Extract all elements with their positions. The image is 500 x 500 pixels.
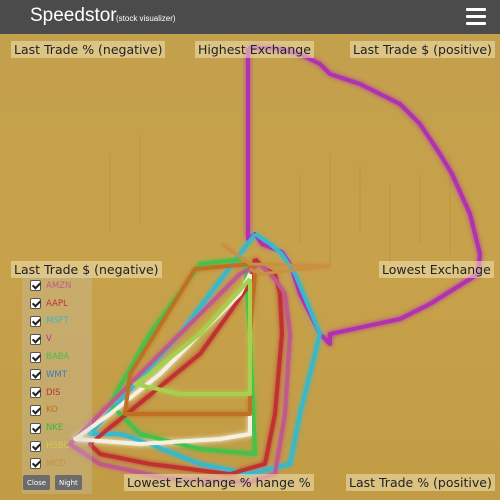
checkbox-icon[interactable] [30,315,41,327]
legend-item-amzn[interactable]: AMZN [26,277,96,295]
legend-item-ko[interactable]: KO [26,402,96,420]
checkbox-icon[interactable] [30,333,41,345]
checkbox-icon[interactable] [30,422,41,434]
checkbox-icon[interactable] [30,280,41,292]
app-title: Speedstor [30,5,117,26]
series-line-hsbc [73,273,252,446]
series-line-v [246,46,482,346]
axis-label-top: Highest Exchange [195,41,314,58]
series-line-ko [123,262,257,416]
checkbox-icon[interactable] [30,369,41,381]
top-bar: Speedstor (stock visualizer) [0,0,500,34]
checkbox-icon[interactable] [30,298,41,310]
legend-item-dis[interactable]: DIS [26,384,96,402]
axis-label-top-left: Last Trade % (negative) [11,41,166,58]
checkbox-icon[interactable] [30,440,41,452]
legend-item-nke[interactable]: NKE [26,419,96,437]
legend-item-v[interactable]: V [26,330,96,348]
hamburger-menu-icon[interactable] [466,8,486,26]
night-mode-button[interactable]: Night [55,475,82,490]
legend-item-aapl[interactable]: AAPL [26,295,96,313]
app-subtitle: (stock visualizer) [116,14,176,23]
legend-item-msft[interactable]: MSFT [26,313,96,331]
axis-label-right: Lowest Exchange [379,261,494,278]
background-candles [109,134,451,264]
checkbox-icon[interactable] [30,351,41,363]
legend-item-hsbc[interactable]: HSBC [26,437,96,455]
legend-item-wmt[interactable]: WMT [26,366,96,384]
checkbox-icon[interactable] [30,458,41,470]
axis-label-bottom-right: Last Trade % (positive) [346,474,495,491]
legend-item-mcd[interactable]: MCD [26,455,96,473]
axis-label-bottom: Lowest Exchange % hange % [124,474,314,491]
checkbox-icon[interactable] [30,404,41,416]
close-button[interactable]: Close [23,475,51,490]
legend-item-baba[interactable]: BABA [26,348,96,366]
checkbox-icon[interactable] [30,387,41,399]
axis-label-top-right: Last Trade $ (positive) [350,41,495,58]
legend: AMZN AAPL MSFT V BABA WMT DIS KO NKE HSB… [26,277,96,473]
